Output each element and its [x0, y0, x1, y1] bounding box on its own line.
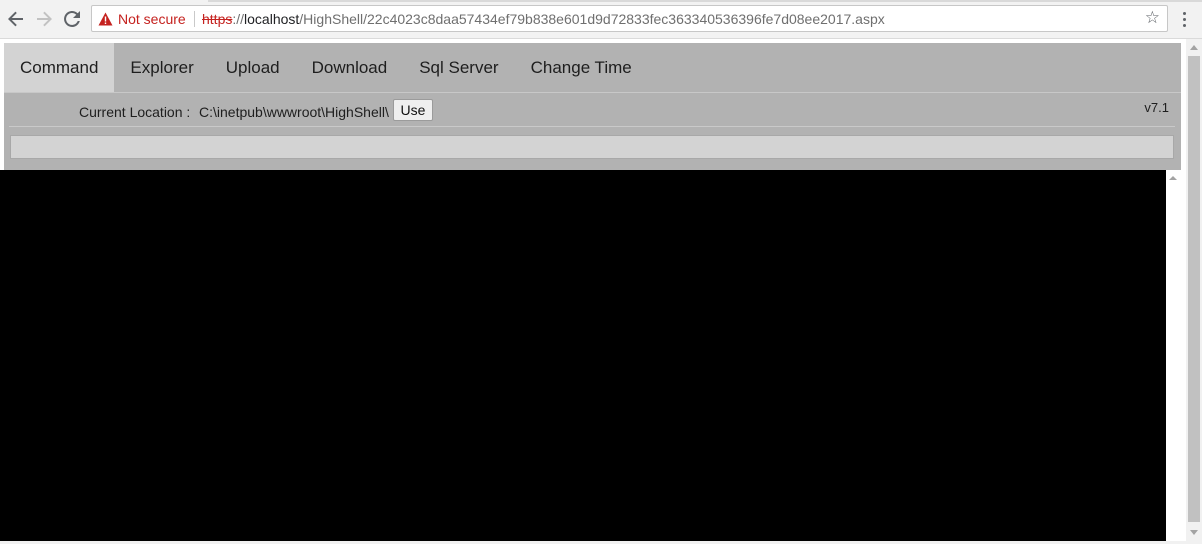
- url-text[interactable]: https://localhost/HighShell/22c4023c8daa…: [202, 11, 885, 27]
- scroll-up-arrow-icon[interactable]: [1169, 176, 1177, 180]
- tab-upload[interactable]: Upload: [210, 43, 296, 92]
- url-path: /HighShell/22c4023c8daa57434ef79b838e601…: [299, 11, 885, 27]
- tab-sql-server[interactable]: Sql Server: [403, 43, 514, 92]
- tab-strip-edge: [208, 0, 1202, 2]
- current-location-path: C:\inetpub\wwwroot\HighShell\: [199, 104, 389, 120]
- security-status[interactable]: Not secure: [118, 11, 186, 27]
- browser-toolbar: Not secure https://localhost/HighShell/2…: [0, 0, 1202, 39]
- shell-tabs: Command Explorer Upload Download Sql Ser…: [4, 43, 648, 92]
- tab-change-time[interactable]: Change Time: [515, 43, 648, 92]
- location-divider: [9, 126, 1175, 127]
- star-icon[interactable]: ☆: [1145, 8, 1160, 28]
- current-location-label: Current Location :: [79, 104, 191, 120]
- page-viewport: Command Explorer Upload Download Sql Ser…: [0, 39, 1186, 541]
- scroll-down-arrow-icon[interactable]: [1190, 530, 1198, 535]
- url-separator: ://: [232, 11, 245, 27]
- warning-triangle-icon[interactable]: [98, 12, 113, 26]
- shell-header: Command Explorer Upload Download Sql Ser…: [4, 43, 1181, 170]
- command-input[interactable]: [10, 135, 1174, 159]
- tab-explorer[interactable]: Explorer: [114, 43, 209, 92]
- use-button[interactable]: Use: [393, 99, 433, 121]
- version-label: v7.1: [1144, 100, 1169, 115]
- omnibox-divider: [194, 11, 195, 27]
- url-host: localhost: [244, 11, 300, 27]
- scroll-up-arrow-icon[interactable]: [1190, 45, 1198, 50]
- scrollbar-thumb[interactable]: [1188, 56, 1200, 522]
- kebab-menu-icon[interactable]: [1178, 8, 1190, 30]
- tabs-divider: [4, 92, 1181, 93]
- back-arrow-icon[interactable]: [6, 8, 26, 30]
- forward-arrow-icon[interactable]: [34, 8, 54, 30]
- tab-download[interactable]: Download: [296, 43, 404, 92]
- console-scrollbar[interactable]: [1166, 170, 1181, 541]
- console-output[interactable]: [0, 170, 1166, 541]
- url-scheme: https: [202, 11, 233, 27]
- reload-icon[interactable]: [62, 8, 82, 30]
- page-scrollbar[interactable]: [1186, 39, 1202, 541]
- tab-command[interactable]: Command: [4, 43, 115, 92]
- address-bar[interactable]: Not secure https://localhost/HighShell/2…: [91, 5, 1168, 32]
